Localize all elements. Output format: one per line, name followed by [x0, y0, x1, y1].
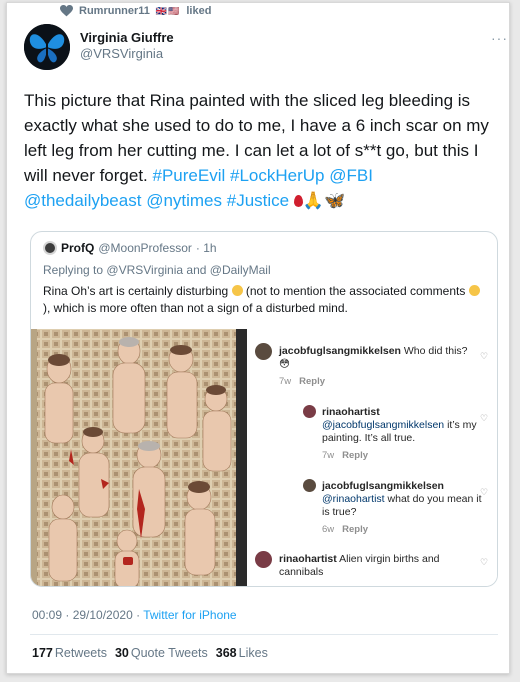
reply-mention-vrsvirginia[interactable]: @VRSVirginia	[106, 263, 183, 277]
quote-text-part-3: ), which is more often than not a sign o…	[43, 301, 348, 315]
social-action: liked	[186, 5, 212, 17]
hashtag-justice[interactable]: #Justice	[227, 191, 289, 210]
hashtag-pureevil[interactable]: #PureEvil	[153, 166, 226, 185]
replying-and: and	[186, 263, 207, 277]
flushed-face-icon	[468, 285, 480, 296]
quote-header: ProfQ @MoonProfessor · 1h	[43, 241, 217, 255]
comment-reply-button[interactable]: Reply	[299, 376, 325, 387]
stat-count: 30	[114, 646, 129, 660]
comment-2: rinaohartist @jacobfuglsangmikkelsen it’…	[322, 406, 477, 462]
comment-mention[interactable]: @jacobfuglsangmikkelsen	[322, 419, 444, 431]
heart-outline-icon[interactable]: ♡	[480, 351, 488, 362]
quoted-tweet[interactable]: ProfQ @MoonProfessor · 1h Replying to @V…	[30, 231, 498, 587]
tweet-stats: 177 Retweets 30 Quote Tweets 368 Likes	[32, 646, 272, 660]
avatar[interactable]	[24, 24, 70, 70]
comment-1: jacobfuglsangmikkelsen Who did this?😳 7w…	[279, 345, 469, 388]
comment-user[interactable]: jacobfuglsangmikkelsen	[322, 480, 444, 492]
hashtag-lockherup[interactable]: #LockHerUp	[230, 166, 325, 185]
comment-time: 6w	[322, 524, 335, 535]
painting-image[interactable]	[31, 329, 236, 586]
author-name[interactable]: Virginia Giuffre	[80, 30, 174, 46]
comment-avatar[interactable]	[303, 479, 316, 492]
mention-fbi[interactable]: @FBI	[329, 166, 373, 185]
tweet-text: This picture that Rina painted with the …	[24, 88, 494, 213]
stat-quote-tweets[interactable]: 30 Quote Tweets	[115, 646, 208, 660]
stat-retweets[interactable]: 177 Retweets	[32, 646, 107, 660]
quote-author-handle[interactable]: @MoonProfessor	[98, 241, 192, 255]
comment-user[interactable]: jacobfuglsangmikkelsen	[279, 345, 401, 357]
instagram-comments: jacobfuglsangmikkelsen Who did this?😳 7w…	[247, 329, 497, 586]
painting-frame-edge	[236, 329, 247, 586]
tweet-timestamp: 00:09 · 29/10/2020 · Twitter for iPhone	[32, 608, 237, 622]
comment-reply-button[interactable]: Reply	[342, 524, 368, 535]
comment-4: rinaohartist Alien virgin births and can…	[279, 553, 469, 579]
flag-emojis: 🇬🇧🇺🇸	[155, 5, 181, 16]
social-user[interactable]: Rumrunner11	[79, 5, 150, 17]
comment-reply-button[interactable]: Reply	[342, 450, 368, 461]
quote-replying-to: Replying to @VRSVirginia and @DailyMail	[43, 263, 271, 277]
stat-count: 177	[32, 646, 53, 660]
mention-nytimes[interactable]: @nytimes	[146, 191, 222, 210]
painting-artwork	[31, 329, 236, 586]
heart-icon	[60, 5, 73, 17]
stat-label: Likes	[238, 646, 268, 660]
stat-likes[interactable]: 368 Likes	[216, 646, 268, 660]
comment-avatar[interactable]	[255, 343, 272, 360]
comment-time: 7w	[279, 376, 292, 387]
social-context[interactable]: Rumrunner11 🇬🇧🇺🇸 liked	[60, 5, 211, 17]
stat-label: Quote Tweets	[130, 646, 208, 660]
quote-age: · 1h	[195, 241, 217, 255]
timestamp-text[interactable]: 00:09 · 29/10/2020 ·	[32, 608, 140, 622]
quote-text-part-2: (not to mention the associated comments	[245, 284, 466, 298]
quote-author-name[interactable]: ProfQ	[61, 241, 94, 255]
flushed-face-icon	[231, 285, 243, 296]
comment-user[interactable]: rinaohartist	[279, 553, 337, 565]
comment-avatar[interactable]	[255, 551, 272, 568]
tweet-emojis: 🙏🦋	[302, 191, 346, 210]
heart-outline-icon[interactable]: ♡	[480, 487, 488, 498]
blood-drop-icon	[293, 195, 303, 207]
comment-avatar[interactable]	[303, 405, 316, 418]
quote-text: Rina Oh’s art is certainly disturbing (n…	[43, 283, 483, 317]
author[interactable]: Virginia Giuffre @VRSVirginia	[80, 30, 174, 62]
comment-time: 7w	[322, 450, 335, 461]
comment-mention[interactable]: @rinaohartist	[322, 493, 385, 505]
replying-prefix: Replying to	[43, 263, 104, 277]
stat-count: 368	[215, 646, 237, 660]
comment-user[interactable]: rinaohartist	[322, 406, 380, 418]
author-handle[interactable]: @VRSVirginia	[80, 46, 174, 62]
quote-text-part-1: Rina Oh’s art is certainly disturbing	[43, 284, 229, 298]
more-options-icon[interactable]: ···	[491, 30, 508, 46]
tweet-source-link[interactable]: Twitter for iPhone	[143, 608, 236, 622]
comment-3: jacobfuglsangmikkelsen @rinaohartist wha…	[322, 480, 482, 536]
divider	[30, 634, 498, 635]
quote-avatar[interactable]	[43, 241, 57, 255]
butterfly-avatar-icon	[24, 24, 70, 70]
heart-outline-icon[interactable]: ♡	[480, 413, 488, 424]
reply-mention-dailymail[interactable]: @DailyMail	[210, 263, 271, 277]
heart-outline-icon[interactable]: ♡	[480, 557, 488, 568]
mention-thedailybeast[interactable]: @thedailybeast	[24, 191, 141, 210]
stat-label: Retweets	[54, 646, 107, 660]
